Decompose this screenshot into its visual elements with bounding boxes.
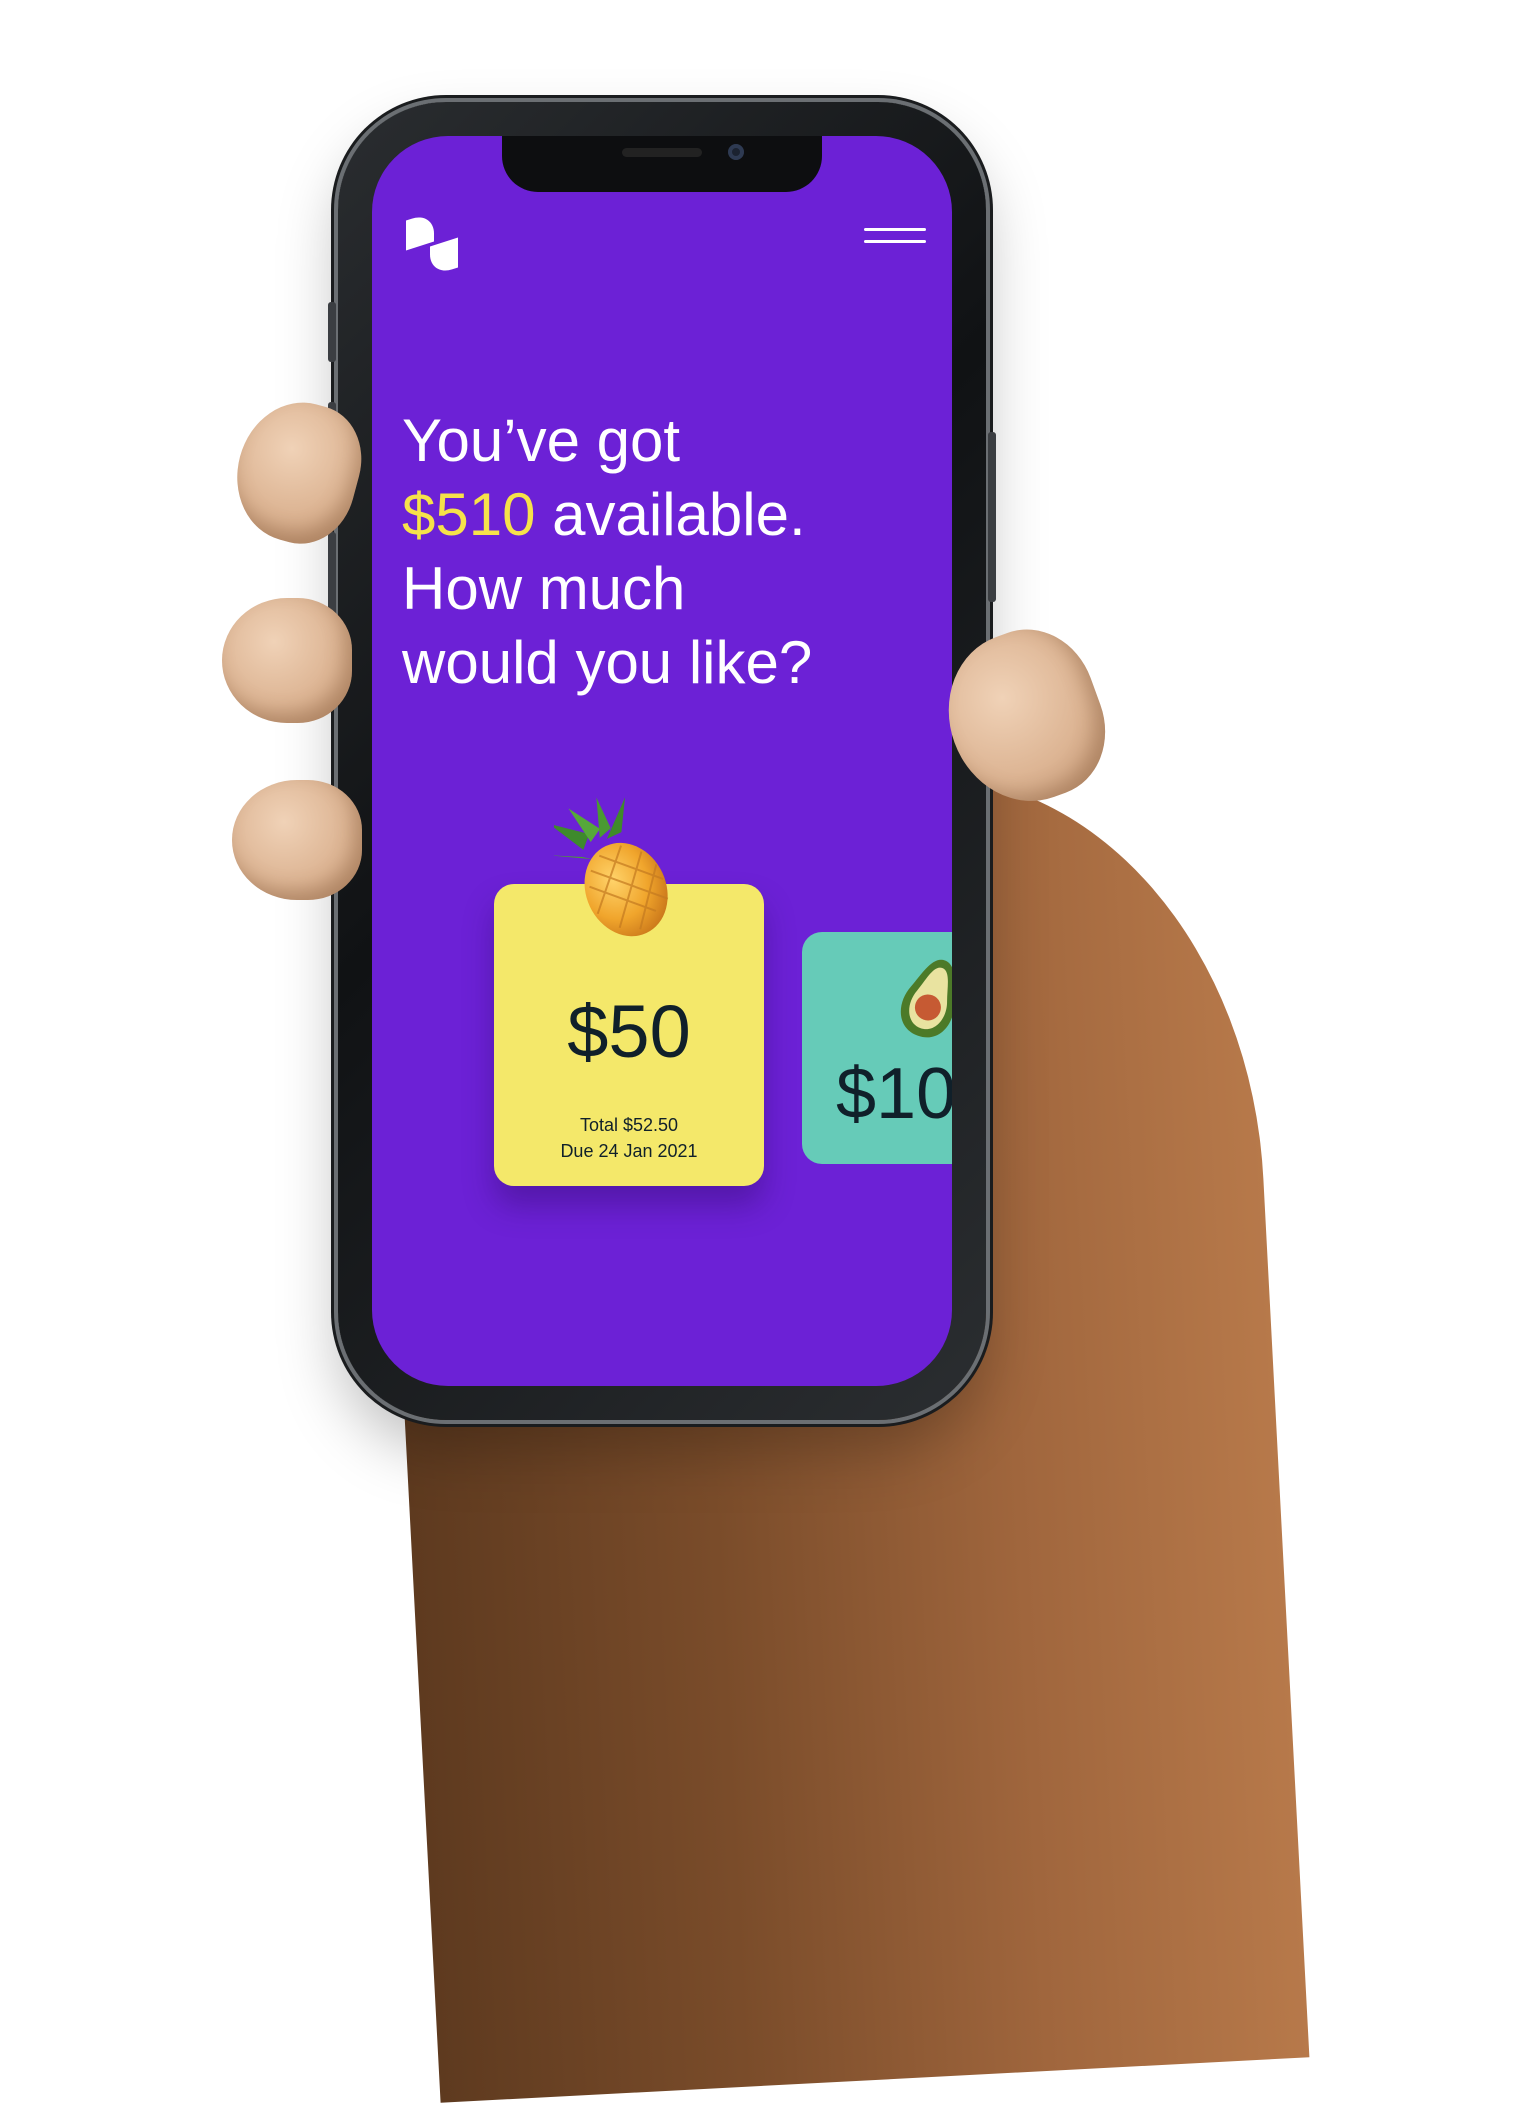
headline-line3: How much bbox=[402, 555, 686, 622]
hamburger-menu-icon[interactable] bbox=[864, 222, 926, 258]
phone-device: You’ve got $510 available. How much woul… bbox=[328, 102, 996, 1420]
card-amount: $10 bbox=[836, 1054, 952, 1134]
card-details: Total $52.50 Due 24 Jan 2021 bbox=[494, 1112, 764, 1164]
front-camera bbox=[728, 144, 744, 160]
headline: You’ve got $510 available. How much woul… bbox=[402, 404, 942, 700]
card-amount: $50 bbox=[567, 990, 691, 1073]
available-amount: $510 bbox=[402, 481, 536, 548]
app-screen: You’ve got $510 available. How much woul… bbox=[372, 136, 952, 1386]
card-due-date: Due 24 Jan 2021 bbox=[560, 1141, 698, 1161]
mute-switch bbox=[328, 302, 336, 362]
middle-finger bbox=[222, 598, 352, 723]
speaker-grille bbox=[622, 148, 702, 157]
brand-logo-icon[interactable] bbox=[404, 211, 460, 277]
card-total: Total $52.50 bbox=[579, 1115, 679, 1135]
ring-finger bbox=[232, 780, 362, 900]
headline-line1: You’ve got bbox=[402, 407, 681, 474]
power-button bbox=[988, 432, 996, 602]
headline-line4: would you like? bbox=[402, 629, 813, 696]
avocado-icon bbox=[900, 959, 952, 1038]
phone-notch bbox=[502, 136, 822, 192]
headline-line2: available. bbox=[535, 481, 806, 548]
pineapple-icon bbox=[554, 797, 669, 937]
